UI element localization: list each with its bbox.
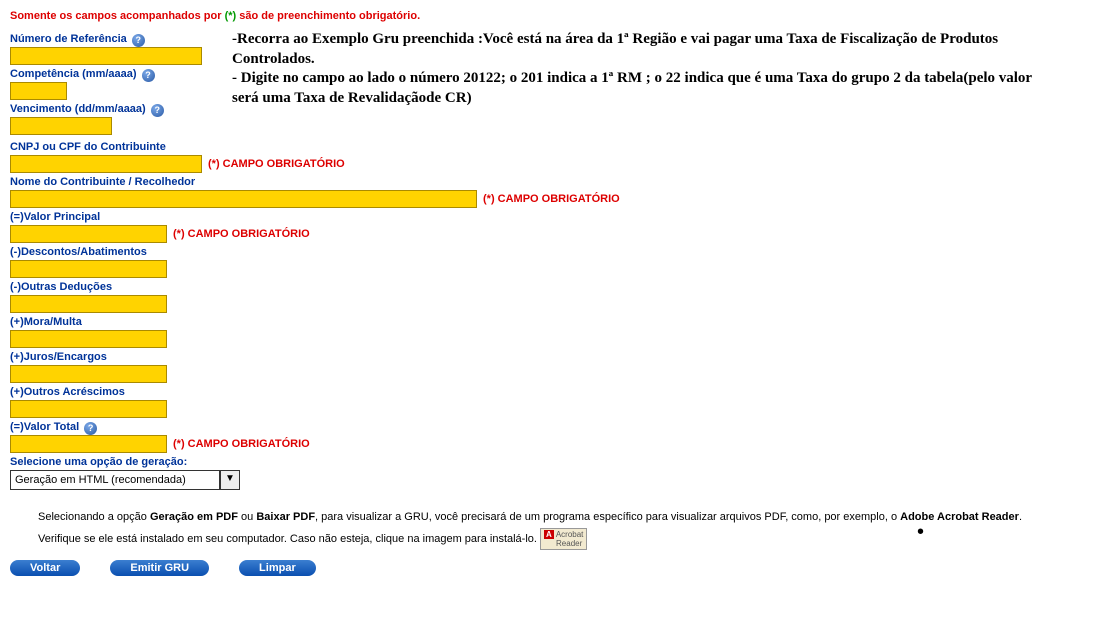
voltar-button[interactable]: Voltar — [10, 560, 80, 576]
help-icon[interactable]: ? — [151, 104, 164, 117]
label-juros: (+)Juros/Encargos — [10, 351, 107, 363]
input-valor-principal[interactable] — [10, 225, 167, 243]
input-juros[interactable] — [10, 365, 167, 383]
label-descontos: (-)Descontos/Abatimentos — [10, 246, 147, 258]
label-outros-acrescimos: (+)Outros Acréscimos — [10, 386, 125, 398]
help-icon[interactable]: ? — [132, 34, 145, 47]
acrobat-reader-icon[interactable]: AAcrobatReader — [540, 528, 587, 550]
input-competencia[interactable] — [10, 82, 67, 100]
emitir-gru-button[interactable]: Emitir GRU — [110, 560, 209, 576]
required-indicator: (*) CAMPO OBRIGATÓRIO — [173, 438, 310, 450]
help-icon[interactable]: ? — [84, 422, 97, 435]
select-value: Geração em HTML (recomendada) — [10, 470, 220, 490]
label-outras-deducoes: (-)Outras Deduções — [10, 281, 112, 293]
required-indicator: (*) CAMPO OBRIGATÓRIO — [483, 193, 620, 205]
limpar-button[interactable]: Limpar — [239, 560, 316, 576]
select-geracao[interactable]: Geração em HTML (recomendada) ▼ — [10, 470, 1084, 490]
input-vencimento[interactable] — [10, 117, 112, 135]
label-num-ref: Número de Referência — [10, 33, 127, 45]
required-indicator: (*) CAMPO OBRIGATÓRIO — [208, 158, 345, 170]
input-nome[interactable] — [10, 190, 477, 208]
input-descontos[interactable] — [10, 260, 167, 278]
chevron-down-icon[interactable]: ▼ — [220, 470, 240, 490]
required-indicator: (*) CAMPO OBRIGATÓRIO — [173, 228, 310, 240]
help-icon[interactable]: ? — [142, 69, 155, 82]
label-competencia: Competência (mm/aaaa) — [10, 68, 137, 80]
label-valor-total: (=)Valor Total — [10, 421, 79, 433]
mandatory-fields-warning: Somente os campos acompanhados por (*) s… — [10, 10, 1084, 22]
input-outros-acrescimos[interactable] — [10, 400, 167, 418]
label-vencimento: Vencimento (dd/mm/aaaa) — [10, 103, 146, 115]
input-valor-total[interactable] — [10, 435, 167, 453]
label-mora: (+)Mora/Multa — [10, 316, 82, 328]
label-selecione: Selecione uma opção de geração: — [10, 456, 187, 468]
bullet-dot: • — [917, 528, 924, 536]
input-outras-deducoes[interactable] — [10, 295, 167, 313]
label-valor-principal: (=)Valor Principal — [10, 211, 100, 223]
label-nome: Nome do Contribuinte / Recolhedor — [10, 176, 195, 188]
instruction-text: -Recorra ao Exemplo Gru preenchida :Você… — [232, 30, 1052, 108]
input-mora[interactable] — [10, 330, 167, 348]
footer-note: Selecionando a opção Geração em PDF ou B… — [38, 508, 1084, 550]
input-cnpj[interactable] — [10, 155, 202, 173]
label-cnpj: CNPJ ou CPF do Contribuinte — [10, 141, 166, 153]
input-num-ref[interactable] — [10, 47, 202, 65]
